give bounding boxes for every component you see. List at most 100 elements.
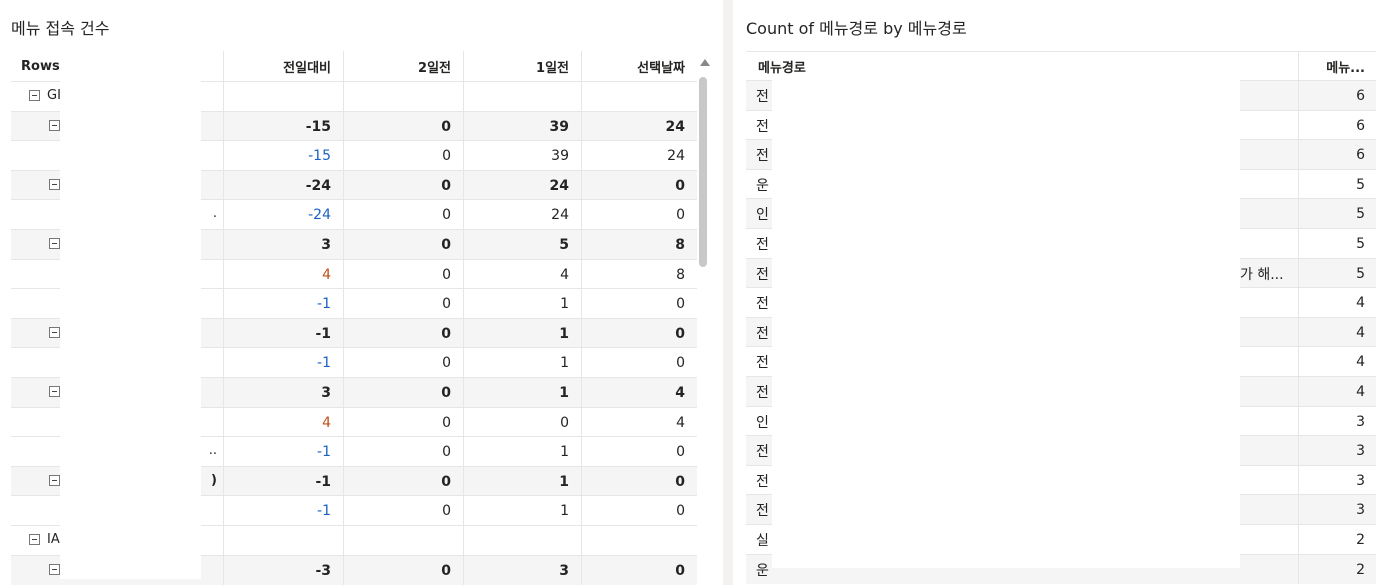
menu-access-matrix-panel: 메뉴 접속 건수 Rows 전일대비 2일전 1일전 선택날짜 GI -15 0 39… — [0, 0, 722, 585]
value-cell: 1 — [463, 319, 581, 348]
value-cell: 0 — [343, 230, 463, 259]
row-label-trail: ) — [211, 473, 217, 488]
menu-count-cell: 5 — [1298, 199, 1376, 228]
value-cell: 0 — [343, 378, 463, 407]
menu-path-cell: 인 — [756, 414, 769, 431]
value-cell: 1 — [463, 437, 581, 466]
value-cell: 4 — [463, 260, 581, 289]
value-cell: 0 — [343, 112, 463, 141]
value-cell: 4 — [581, 408, 697, 437]
col-header-menu-path[interactable]: 메뉴경로 — [758, 52, 806, 80]
rows-header[interactable]: Rows — [21, 51, 60, 81]
menu-count-cell: 4 — [1298, 318, 1376, 347]
value-cell: 0 — [581, 437, 697, 466]
value-cell: -15 — [223, 112, 343, 141]
count-table: 메뉴경로 메뉴... 전6전6전6운5인5전5전가 해... 5 전 4 전 4 전 4 전 4 인… — [746, 51, 1376, 584]
value-cell: 39 — [463, 141, 581, 170]
count-table-header: 메뉴경로 메뉴... — [746, 52, 1376, 81]
value-cell: 39 — [463, 112, 581, 141]
value-cell — [463, 526, 581, 555]
value-cell: 0 — [343, 496, 463, 525]
menu-path-cell: 실 — [756, 532, 769, 549]
value-cell — [223, 82, 343, 111]
value-cell: 24 — [581, 112, 697, 141]
menu-path-cell: 전 — [756, 118, 769, 135]
menu-count-cell: 3 — [1298, 436, 1376, 465]
value-cell: 0 — [581, 496, 697, 525]
value-cell: 0 — [343, 141, 463, 170]
value-cell — [581, 526, 697, 555]
menu-path-cell: 전 — [756, 354, 769, 371]
value-cell: -1 — [223, 319, 343, 348]
value-cell: 4 — [223, 408, 343, 437]
menu-path-cell: 운 — [756, 177, 769, 194]
matrix-title: 메뉴 접속 건수 — [11, 19, 110, 38]
menu-count-cell: 3 — [1298, 466, 1376, 495]
value-cell: 8 — [581, 230, 697, 259]
menu-count-cell: 3 — [1298, 407, 1376, 436]
menu-path-cell: 인 — [756, 206, 769, 223]
col-header-selected-date[interactable]: 선택날짜 — [581, 51, 697, 81]
scroll-thumb[interactable] — [699, 77, 707, 267]
menu-path-cell: 전 — [756, 236, 769, 253]
menu-path-cell: 전 — [756, 473, 769, 490]
value-cell: 24 — [581, 141, 697, 170]
value-cell: 0 — [581, 467, 697, 496]
collapse-minus-icon[interactable] — [29, 534, 40, 545]
value-cell: 0 — [343, 348, 463, 377]
value-cell: 24 — [463, 200, 581, 229]
value-cell: 0 — [343, 289, 463, 318]
count-table-title: Count of 메뉴경로 by 메뉴경로 — [746, 19, 967, 38]
menu-count-cell: 4 — [1298, 347, 1376, 376]
value-cell: -1 — [223, 496, 343, 525]
menu-count-cell: 4 — [1298, 377, 1376, 406]
menu-path-cell: 전 — [756, 325, 769, 342]
value-cell: -1 — [223, 467, 343, 496]
redaction-block — [772, 78, 1240, 568]
value-cell — [343, 526, 463, 555]
menu-path-tail: 가 해... — [1240, 266, 1284, 283]
collapse-minus-icon[interactable] — [49, 564, 60, 575]
menu-count-cell: 5 — [1298, 170, 1376, 199]
value-cell: 0 — [581, 289, 697, 318]
value-cell: -1 — [223, 348, 343, 377]
menu-path-cell: 전 — [756, 502, 769, 519]
menu-count-cell: 2 — [1298, 525, 1376, 554]
value-cell: 1 — [463, 467, 581, 496]
menu-path-cell: 전 — [756, 147, 769, 164]
value-cell: 0 — [581, 556, 697, 585]
row-label: GI — [47, 88, 61, 103]
menu-path-cell: 전 — [756, 88, 769, 105]
scroll-up-arrow-icon[interactable] — [700, 59, 710, 66]
col-header-day-change[interactable]: 전일대비 — [223, 51, 343, 81]
menu-count-cell: 4 — [1298, 288, 1376, 317]
menu-count-cell: 3 — [1298, 495, 1376, 524]
redaction-block — [60, 81, 201, 579]
collapse-minus-icon[interactable] — [49, 386, 60, 397]
menu-path-count-panel: Count of 메뉴경로 by 메뉴경로 메뉴경로 메뉴... 전 6 전 6 전 6 운… — [735, 0, 1376, 585]
col-header-menu-count[interactable]: 메뉴... — [1298, 52, 1376, 80]
menu-path-cell: 운 — [756, 562, 769, 579]
value-cell: 0 — [343, 437, 463, 466]
value-cell: 3 — [223, 378, 343, 407]
collapse-minus-icon[interactable] — [49, 475, 60, 486]
collapse-minus-icon[interactable] — [49, 327, 60, 338]
matrix-scrollbar[interactable] — [697, 51, 711, 585]
value-cell: 5 — [463, 230, 581, 259]
value-cell: -15 — [223, 141, 343, 170]
value-cell — [343, 82, 463, 111]
panel-divider — [723, 0, 733, 585]
col-header-2-days-ago[interactable]: 2일전 — [343, 51, 463, 81]
collapse-minus-icon[interactable] — [49, 120, 60, 131]
collapse-minus-icon[interactable] — [49, 238, 60, 249]
menu-count-cell: 5 — [1298, 229, 1376, 258]
col-header-1-day-ago[interactable]: 1일전 — [463, 51, 581, 81]
value-cell: 3 — [463, 556, 581, 585]
menu-count-cell: 6 — [1298, 111, 1376, 140]
collapse-minus-icon[interactable] — [49, 179, 60, 190]
collapse-minus-icon[interactable] — [29, 90, 40, 101]
value-cell: 0 — [463, 408, 581, 437]
menu-count-cell: 5 — [1298, 259, 1376, 288]
menu-path-cell: 전 — [756, 443, 769, 460]
value-cell: 0 — [581, 171, 697, 200]
